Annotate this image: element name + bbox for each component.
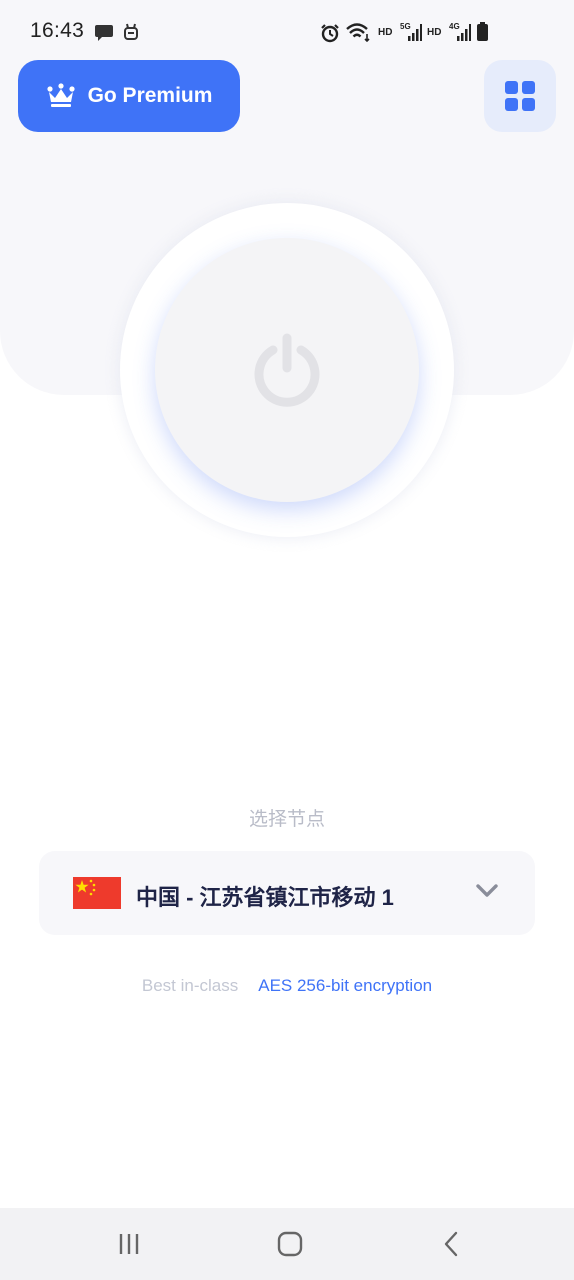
go-premium-label: Go Premium (87, 84, 213, 107)
message-icon (95, 25, 113, 41)
back-icon (444, 1231, 458, 1257)
hd-indicator: HD (427, 27, 442, 38)
wifi-icon (346, 23, 370, 42)
alarm-icon (321, 24, 339, 43)
back-button[interactable] (436, 1229, 466, 1259)
recents-icon (119, 1234, 139, 1254)
status-time: 16:43 (30, 19, 85, 42)
signal-icon (408, 24, 422, 41)
go-premium-button[interactable]: Go Premium (18, 60, 240, 132)
status-bar: 16:43 HD 5G HD 4G (0, 0, 574, 64)
china-flag-icon (73, 877, 121, 909)
robot-icon (124, 23, 138, 40)
power-icon (254, 333, 320, 407)
navigation-bar (0, 1208, 574, 1280)
home-icon (277, 1231, 303, 1257)
grid-menu-icon (505, 81, 535, 111)
signal-icon (457, 24, 471, 41)
crown-icon (46, 83, 75, 107)
encryption-highlight: AES 256-bit encryption (258, 976, 433, 995)
menu-button[interactable] (484, 60, 556, 132)
select-node-label: 选择节点 (248, 809, 325, 830)
encryption-prefix: Best in-class (141, 976, 239, 995)
recents-button[interactable] (114, 1229, 144, 1259)
chevron-down-icon (476, 884, 498, 897)
home-button[interactable] (275, 1229, 305, 1259)
encryption-info: Best in-class AES 256-bit encryption (0, 976, 574, 996)
battery-icon (477, 22, 488, 41)
server-selector[interactable]: 中国 - 江苏省镇江市移动 1 (39, 851, 535, 935)
connect-power-button[interactable] (155, 238, 419, 502)
hd-indicator: HD (378, 27, 393, 38)
server-name: 中国 - 江苏省镇江市移动 1 (136, 885, 394, 910)
